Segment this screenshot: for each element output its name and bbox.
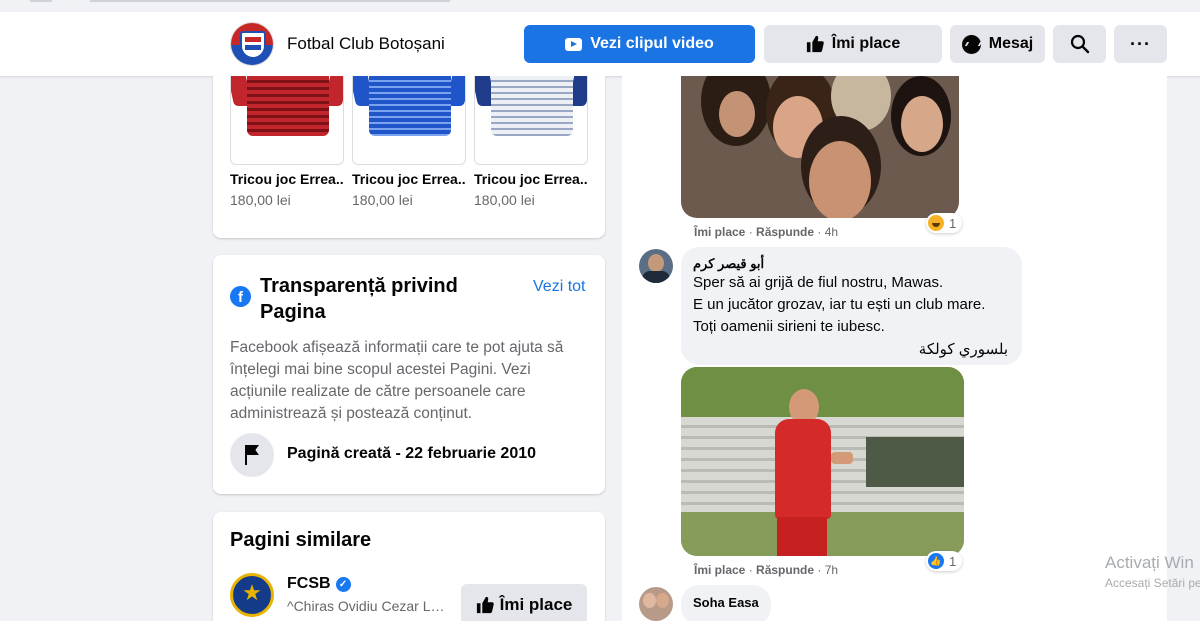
product-card[interactable]: Tricou joc Errea... 180,00 lei	[230, 76, 344, 208]
verified-icon: ✓	[335, 576, 351, 592]
watch-video-button[interactable]: Vezi clipul video	[524, 25, 755, 63]
product-image[interactable]	[352, 76, 466, 165]
product-name[interactable]: Tricou joc Errea...	[230, 171, 344, 187]
product-image[interactable]	[230, 76, 344, 165]
comment-meta: Îmi place · Răspunde · 7h	[694, 563, 839, 577]
avatar[interactable]	[639, 249, 673, 283]
comment-meta: Îmi place · Răspunde · 4h	[694, 225, 839, 239]
fcsb-logo[interactable]	[230, 573, 274, 617]
transparency-card: f Transparență privind Pagina Vezi tot F…	[213, 255, 605, 494]
page-title[interactable]: Fotbal Club Botoșani	[287, 34, 445, 54]
page-header: Fotbal Club Botoșani Vezi clipul video Î…	[0, 12, 1200, 76]
like-similar-label: Îmi place	[499, 595, 573, 614]
similar-pages-card: Pagini similare FCSB ✓ ^Chiras Ovidiu Ce…	[213, 512, 605, 621]
comment-like-link[interactable]: Îmi place	[694, 563, 745, 577]
haha-reaction-icon	[928, 215, 944, 231]
product-price: 180,00 lei	[230, 192, 291, 208]
comment-author[interactable]: أبو قيصر كرم	[693, 256, 764, 272]
flag-icon	[230, 433, 274, 477]
reaction-count[interactable]: 👍 1	[926, 551, 963, 571]
video-icon	[565, 37, 583, 51]
product-image[interactable]	[474, 76, 588, 165]
message-label: Mesaj	[988, 35, 1034, 52]
strip-mark	[90, 0, 450, 2]
more-options-button[interactable]: ···	[1114, 25, 1167, 63]
windows-activation-watermark: Activați Win	[1105, 553, 1194, 572]
search-button[interactable]	[1053, 25, 1106, 63]
comment-like-link[interactable]: Îmi place	[694, 225, 745, 239]
messenger-icon	[961, 34, 981, 54]
like-page-label: Îmi place	[831, 35, 901, 52]
avatar[interactable]	[639, 587, 673, 621]
product-price: 180,00 lei	[474, 192, 535, 208]
reaction-number: 1	[949, 553, 957, 569]
comment-reply-link[interactable]: Răspunde	[756, 563, 814, 577]
transparency-title: Transparență privind Pagina	[260, 275, 458, 323]
like-page-button[interactable]: Îmi place	[764, 25, 942, 63]
shop-card: Tricou joc Errea... 180,00 lei Tricou jo…	[213, 76, 605, 238]
product-price: 180,00 lei	[352, 192, 413, 208]
product-card[interactable]: Tricou joc Errea... 180,00 lei	[352, 76, 466, 208]
browser-top-strip	[0, 0, 1200, 12]
comment-text-line: Toți oamenii sirieni te iubesc.	[693, 318, 885, 335]
comment-text-line: Sper să ai grijă de fiul nostru, Mawas.	[693, 274, 944, 291]
product-name[interactable]: Tricou joc Errea...	[474, 171, 588, 187]
watch-video-label: Vezi clipul video	[590, 35, 714, 52]
see-all-link[interactable]: Vezi tot	[533, 278, 585, 296]
similar-page-subtitle: ^Chiras Ovidiu Cezar Lu...	[287, 598, 447, 614]
product-card[interactable]: Tricou joc Errea... 180,00 lei	[474, 76, 588, 208]
like-reaction-icon: 👍	[928, 553, 944, 569]
comment-reply-link[interactable]: Răspunde	[756, 225, 814, 239]
comment-text-line: E un jucător grozav, iar tu ești un club…	[693, 296, 986, 313]
transparency-description: Facebook afișează informații care te pot…	[230, 339, 564, 422]
comment-time[interactable]: 4h	[825, 225, 838, 239]
comment-text-line: بلسوري كولكة	[918, 341, 1008, 358]
search-icon	[1070, 34, 1089, 54]
reaction-number: 1	[949, 215, 957, 231]
reaction-count[interactable]: 1	[926, 213, 963, 233]
strip-mark	[30, 0, 52, 2]
message-button[interactable]: Mesaj	[950, 25, 1045, 63]
like-similar-page-button[interactable]: Îmi place	[461, 584, 587, 621]
similar-pages-title: Pagini similare	[230, 529, 372, 551]
comment-photo[interactable]	[681, 367, 964, 556]
comment-photo[interactable]	[681, 76, 959, 218]
thumbs-up-icon	[476, 596, 494, 614]
more-icon: ···	[1130, 33, 1151, 54]
similar-page-name[interactable]: FCSB ✓	[287, 575, 351, 593]
page-created-date: Pagină creată - 22 februarie 2010	[287, 445, 537, 462]
comment-bubble: أبو قيصر كرم Sper să ai grijă de fiul no…	[681, 247, 1022, 365]
thumbs-up-icon	[806, 35, 824, 53]
club-logo[interactable]	[230, 22, 274, 66]
comment-bubble: Soha Easa	[681, 585, 771, 621]
product-name[interactable]: Tricou joc Errea...	[352, 171, 466, 187]
similar-page-name-text[interactable]: FCSB	[287, 575, 331, 593]
facebook-icon: f	[230, 286, 251, 307]
comment-author[interactable]: Soha Easa	[693, 595, 759, 610]
comment-time[interactable]: 7h	[825, 563, 838, 577]
windows-activation-subtext: Accesați Setări pe	[1105, 576, 1200, 590]
